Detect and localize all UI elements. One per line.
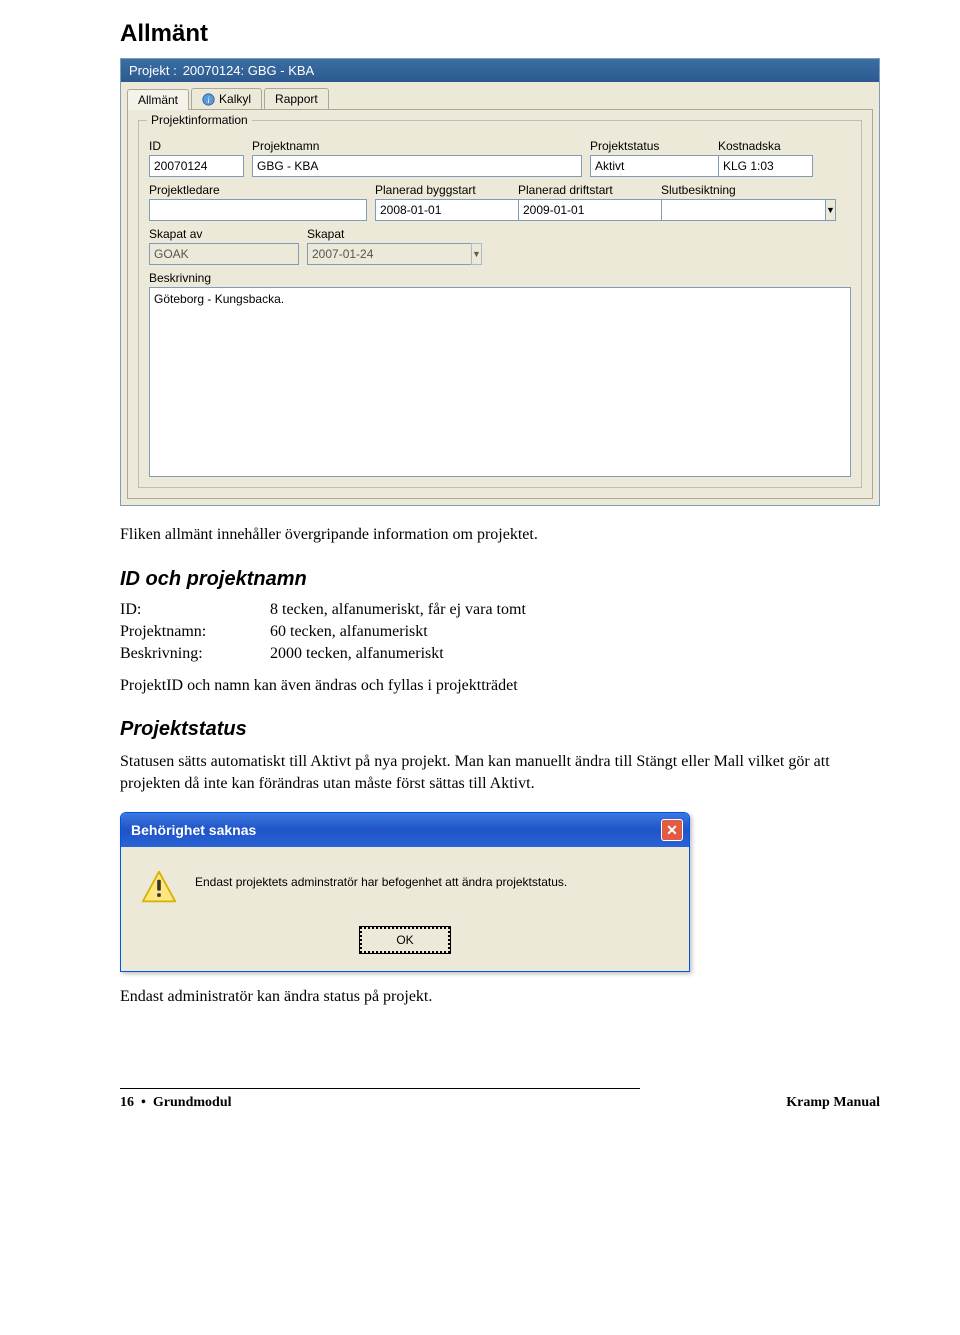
- tabs-row: Allmänt i Kalkyl Rapport: [121, 82, 879, 109]
- footer-page-number: 16: [120, 1095, 134, 1110]
- warning-icon: [141, 869, 177, 905]
- label-projektledare: Projektledare: [149, 183, 367, 197]
- beskrivning-field[interactable]: [149, 287, 851, 477]
- tab-label: Rapport: [275, 92, 318, 106]
- def-val: 2000 tecken, alfanumeriskt: [270, 643, 546, 665]
- titlebar-value: 20070124: GBG - KBA: [183, 63, 315, 78]
- dialog-message: Endast projektets adminstratör har befog…: [195, 869, 567, 889]
- label-planerad-driftstart: Planerad driftstart: [518, 183, 653, 197]
- page-heading: Allmänt: [120, 20, 880, 48]
- dialog-caption: Endast administratör kan ändra status på…: [120, 986, 880, 1008]
- tab-allmant[interactable]: Allmänt: [127, 89, 189, 110]
- footer-manual-name: Kramp Manual: [786, 1095, 880, 1111]
- behorighet-dialog: Behörighet saknas ✕ Endast projektets ad…: [120, 812, 690, 972]
- skapat-field: [307, 243, 471, 265]
- projektinformation-group: Projektinformation ID Projektnamn Projek…: [138, 120, 862, 488]
- table-row: Projektnamn: 60 tecken, alfanumeriskt: [120, 621, 546, 643]
- def-key: ID:: [120, 599, 270, 621]
- tab-label: Kalkyl: [219, 92, 251, 106]
- label-skapat-av: Skapat av: [149, 227, 299, 241]
- planerad-driftstart-field[interactable]: [518, 199, 682, 221]
- dialog-title: Behörighet saknas: [131, 822, 256, 838]
- page-footer: 16 • Grundmodul Kramp Manual: [120, 1095, 880, 1111]
- slutbesiktning-dropdown-button[interactable]: ▼: [825, 199, 836, 221]
- footer-section: Grundmodul: [153, 1095, 232, 1110]
- tab-kalkyl[interactable]: i Kalkyl: [191, 88, 262, 109]
- label-beskrivning: Beskrivning: [149, 271, 851, 285]
- kostnadskalkyl-field[interactable]: [718, 155, 813, 177]
- ok-button[interactable]: OK: [360, 927, 450, 953]
- def-val: 8 tecken, alfanumeriskt, får ej vara tom…: [270, 599, 546, 621]
- label-kostnadskalkyl: Kostnadska: [718, 139, 813, 153]
- def-key: Beskrivning:: [120, 643, 270, 665]
- table-row: Beskrivning: 2000 tecken, alfanumeriskt: [120, 643, 546, 665]
- close-icon: ✕: [666, 822, 678, 839]
- info-icon: i: [202, 93, 215, 106]
- heading-id-och-projektnamn: ID och projektnamn: [120, 568, 880, 591]
- projektnamn-field[interactable]: [252, 155, 582, 177]
- id-field[interactable]: [149, 155, 244, 177]
- status-body-text: Statusen sätts automatiskt till Aktivt p…: [120, 751, 880, 794]
- label-projektstatus: Projektstatus: [590, 139, 710, 153]
- chevron-down-icon: ▼: [472, 249, 481, 259]
- tab-label: Allmänt: [138, 93, 178, 107]
- definitions-table: ID: 8 tecken, alfanumeriskt, får ej vara…: [120, 599, 546, 665]
- skapat-dropdown-button: ▼: [471, 243, 482, 265]
- note-text: ProjektID och namn kan även ändras och f…: [120, 675, 880, 697]
- close-button[interactable]: ✕: [661, 819, 683, 841]
- window-titlebar: Projekt : 20070124: GBG - KBA: [121, 59, 879, 82]
- groupbox-legend: Projektinformation: [147, 113, 252, 127]
- planerad-byggstart-field[interactable]: [375, 199, 539, 221]
- dialog-titlebar: Behörighet saknas ✕: [121, 813, 689, 847]
- label-slutbesiktning: Slutbesiktning: [661, 183, 801, 197]
- tab-rapport[interactable]: Rapport: [264, 88, 329, 109]
- def-key: Projektnamn:: [120, 621, 270, 643]
- titlebar-label: Projekt :: [129, 63, 177, 78]
- heading-projektstatus: Projektstatus: [120, 718, 880, 741]
- def-val: 60 tecken, alfanumeriskt: [270, 621, 546, 643]
- skapat-av-field: [149, 243, 299, 265]
- projekt-window: Projekt : 20070124: GBG - KBA Allmänt i …: [120, 58, 880, 506]
- label-skapat: Skapat: [307, 227, 442, 241]
- label-id: ID: [149, 139, 244, 153]
- label-projektnamn: Projektnamn: [252, 139, 582, 153]
- footer-rule: [120, 1088, 640, 1089]
- footer-bullet: •: [141, 1095, 146, 1110]
- slutbesiktning-field[interactable]: [661, 199, 825, 221]
- table-row: ID: 8 tecken, alfanumeriskt, får ej vara…: [120, 599, 546, 621]
- projektledare-field[interactable]: [149, 199, 367, 221]
- intro-text: Fliken allmänt innehåller övergripande i…: [120, 524, 880, 546]
- chevron-down-icon: ▼: [826, 205, 835, 215]
- label-planerad-byggstart: Planerad byggstart: [375, 183, 510, 197]
